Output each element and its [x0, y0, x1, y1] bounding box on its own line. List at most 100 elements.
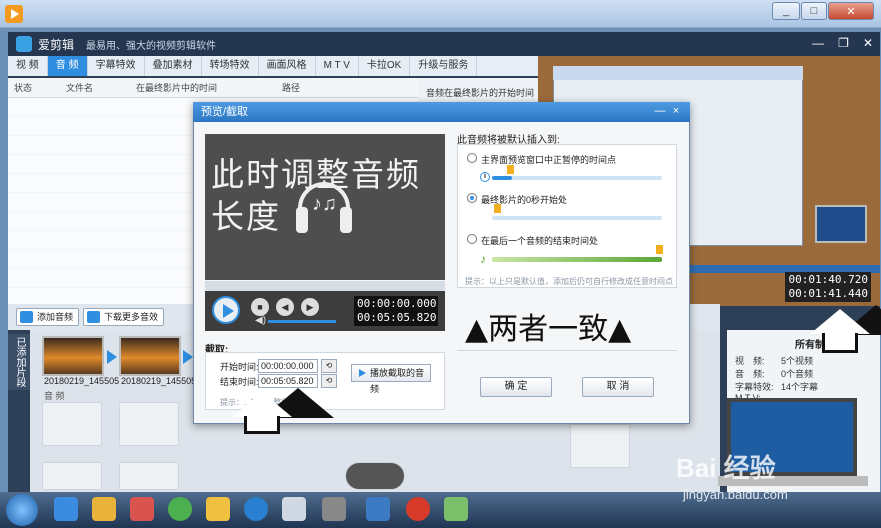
tab-3[interactable]: 叠加素材 — [145, 56, 202, 76]
dialog-seek-bar[interactable] — [205, 281, 445, 291]
headphone-left-cup — [296, 207, 308, 233]
folder-icon[interactable] — [92, 497, 116, 521]
marker-pin-icon — [507, 165, 514, 174]
app-header: 爱剪辑 最易用、强大的视频剪辑软件 — [8, 32, 880, 56]
clip-thumbnail[interactable] — [42, 336, 104, 376]
option-paused-point-label: 主界面预览窗口中正暂停的时间点 — [481, 155, 617, 165]
stop-button[interactable]: ■ — [251, 298, 269, 316]
option-zero-seconds-radio[interactable] — [467, 193, 477, 203]
app-icon[interactable] — [444, 497, 468, 521]
tab-1[interactable]: 音 频 — [47, 56, 88, 76]
tab-6[interactable]: M T V — [316, 56, 359, 76]
annotation-arrow-icon — [810, 305, 881, 353]
audio-start-time-label: 音频在最终影片的开始时间 — [426, 88, 535, 98]
dialog-play-button[interactable] — [212, 296, 240, 324]
position-track — [492, 176, 662, 180]
app-restore-icon[interactable]: ❐ — [838, 36, 849, 50]
clip-thumbnail[interactable] — [119, 336, 181, 376]
dialog-close-icon[interactable]: × — [668, 104, 684, 119]
app-window-controls: — ❐ ✕ — [812, 36, 873, 50]
position-track-fill — [492, 176, 512, 180]
video-editor-icon[interactable] — [282, 497, 306, 521]
maximize-button[interactable]: □ — [801, 2, 827, 20]
start-time-label: 开始时间: — [220, 362, 259, 372]
app-name: 爱剪辑 — [38, 37, 75, 52]
dialog-title: 预览/截取 — [193, 102, 690, 122]
prev-frame-button[interactable]: ◀ — [276, 298, 294, 316]
empty-clip-slot[interactable] — [119, 462, 179, 490]
app-close-icon[interactable]: ✕ — [863, 36, 873, 50]
cancel-button[interactable]: 取 消 — [582, 377, 654, 397]
option-after-last-audio-radio[interactable] — [467, 234, 477, 244]
col-path: 路径 — [282, 83, 301, 93]
empty-clip-slot[interactable] — [42, 402, 102, 446]
remote-icon[interactable] — [366, 497, 390, 521]
tab-8[interactable]: 升级与服务 — [410, 56, 478, 76]
annotation-text: ▲两者一致▲ — [465, 312, 632, 347]
audio-track-label: 音 频 — [44, 391, 65, 401]
video-caption-line2: 长度 — [211, 197, 281, 236]
preview-total-time: 00:01:41.440 — [788, 287, 868, 300]
dialog-separator — [457, 350, 677, 351]
option-paused-point-radio[interactable] — [467, 153, 477, 163]
empty-clip-slot[interactable] — [119, 402, 179, 446]
next-frame-button[interactable]: ▶ — [301, 298, 319, 316]
media-player-icon[interactable] — [130, 497, 154, 521]
start-time-input[interactable]: 00:00:00.000 — [258, 359, 318, 373]
empty-clip-slot[interactable] — [42, 462, 102, 490]
volume-icon: ◀) — [255, 315, 267, 326]
app-logo-icon — [16, 36, 32, 52]
preview-current-time: 00:01:40.720 — [788, 273, 868, 286]
clip-name: 20180219_145505 — [44, 376, 120, 386]
ie-icon[interactable] — [54, 497, 78, 521]
info-row-audio: 音 频: 0个音频 — [735, 369, 814, 379]
music-note-icon: ♪♫ — [312, 193, 337, 215]
add-music-icon — [20, 311, 33, 323]
audio-table-header: 状态 文件名 在最终影片中的时间 路径 — [8, 78, 418, 98]
download-more-button[interactable]: 下载更多音效 — [83, 308, 165, 326]
headphone-right-cup — [340, 207, 352, 233]
tab-5[interactable]: 画面风格 — [259, 56, 316, 76]
marker-pin-icon — [656, 245, 663, 254]
chrome-icon[interactable] — [168, 497, 192, 521]
empty-clip-slot[interactable] — [570, 424, 630, 468]
notes-icon[interactable] — [206, 497, 230, 521]
clip-name: 20180219_145505 — [121, 376, 197, 386]
scissors-icon[interactable] — [345, 462, 405, 490]
dialog-total-time: 00:05:05.820 — [357, 311, 437, 324]
tab-2[interactable]: 字幕特效 — [88, 56, 145, 76]
preview-desktop-titlebar — [553, 66, 803, 80]
play-cut-audio-button[interactable]: 播放截取的音频 — [351, 364, 431, 394]
add-audio-button[interactable]: 添加音频 — [16, 308, 80, 326]
ok-button[interactable]: 确 定 — [480, 377, 552, 397]
close-button[interactable]: ✕ — [828, 2, 874, 20]
tab-4[interactable]: 转场特效 — [202, 56, 259, 76]
start-button[interactable] — [6, 494, 38, 526]
game-icon[interactable] — [406, 497, 430, 521]
set-end-button[interactable]: ⟲ — [321, 374, 337, 388]
preview-laptop-image — [815, 205, 867, 243]
existing-audio-bar — [492, 257, 662, 262]
info-row-video: 视 频: 5个视频 — [735, 356, 814, 366]
insert-hint: 提示：以上只是默认值，添加后仍可自行修改成任意时间点 — [465, 277, 673, 286]
info-row-subtitle: 字幕特效: 14个字幕 — [735, 382, 819, 392]
browser-icon[interactable] — [244, 497, 268, 521]
baidu-watermark: Bai 经验 — [676, 453, 776, 483]
volume-slider[interactable] — [268, 320, 336, 323]
dialog-minimize-icon[interactable]: — — [652, 104, 668, 119]
set-start-button[interactable]: ⟲ — [321, 359, 337, 373]
minimize-button[interactable]: _ — [772, 2, 800, 20]
main-tabs: 视 频音 频字幕特效 叠加素材 转场特效 画面风格 M T V 卡拉OK 升级与服务 — [8, 56, 538, 76]
app-minimize-icon[interactable]: — — [812, 36, 824, 50]
transition-arrow-icon — [107, 350, 117, 364]
transition-arrow-icon — [183, 350, 193, 364]
audio-note-icon: ♪ — [480, 252, 486, 266]
added-clips-label: 已添加片段 — [8, 334, 30, 390]
col-time: 在最终影片中的时间 — [136, 83, 218, 93]
dialog-current-time: 00:00:00.000 — [357, 297, 437, 310]
tab-7[interactable]: 卡拉OK — [359, 56, 411, 76]
tool-icon[interactable] — [322, 497, 346, 521]
end-time-input[interactable]: 00:05:05.820 — [258, 374, 318, 388]
marker-pin-icon — [494, 204, 501, 213]
tab-0[interactable]: 视 频 — [8, 56, 48, 76]
